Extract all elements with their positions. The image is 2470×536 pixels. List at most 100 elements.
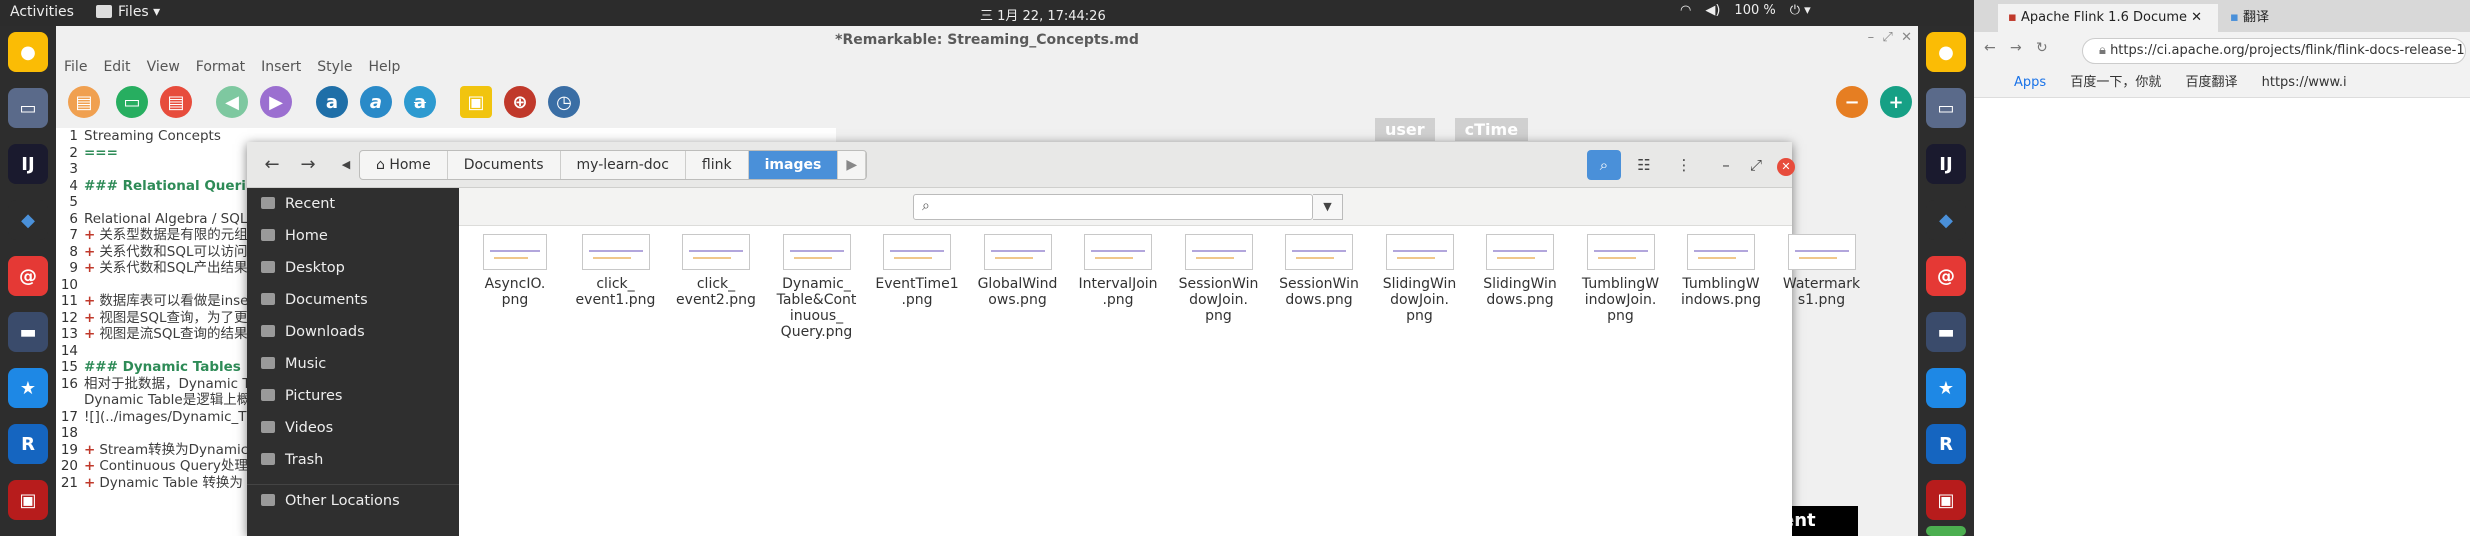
file-item[interactable]: Watermark s1.png [1776,234,1868,308]
italic-icon[interactable]: a [360,86,392,118]
redo-icon[interactable]: ▶ [260,86,292,118]
zoom-in-icon[interactable]: + [1880,86,1912,118]
crumb-documents[interactable]: Documents [448,151,561,179]
remote-desktop-icon[interactable]: ▬ [8,312,48,352]
tab-translate[interactable]: ▪ 翻译 [2220,4,2360,32]
star-app-icon[interactable]: ★ [8,368,48,408]
file-item[interactable]: EventTime1 .png [871,234,963,308]
address-bar[interactable]: 🔒︎ https://ci.apache.org/projects/flink/… [2082,38,2466,64]
menu-edit[interactable]: Edit [103,54,130,80]
netease-music-icon-2[interactable]: @ [1926,256,1966,296]
crumb-my-learn-doc[interactable]: my-learn-doc [561,151,686,179]
bold-icon[interactable]: a [316,86,348,118]
crumb-home[interactable]: ⌂ Home [360,151,448,179]
forward-icon[interactable]: → [293,150,323,180]
file-item[interactable]: TumblingW indowJoin. png [1575,234,1667,324]
files-dock-icon[interactable]: ▭ [8,88,48,128]
sidebar-item-home[interactable]: Home [247,220,459,252]
menu-icon[interactable]: ⋮ [1667,150,1701,180]
sidebar-item-documents[interactable]: Documents [247,284,459,316]
file-item[interactable]: SessionWin dowJoin. png [1173,234,1265,324]
bookmark-baidu-translate[interactable]: 百度翻译 [2185,75,2237,90]
netease-music-icon[interactable]: @ [8,256,48,296]
sidebar-item-trash[interactable]: Trash [247,444,459,476]
close-icon[interactable]: ✕ [1901,30,1912,45]
files-minimize-icon[interactable]: – [1709,150,1743,180]
sidebar-item-label: Music [285,356,327,372]
sidebar-item-recent[interactable]: Recent [247,188,459,220]
search-options-dropdown[interactable]: ▼ [1313,194,1343,220]
undo-icon[interactable]: ◀ [216,86,248,118]
file-item[interactable]: AsyncIO. png [469,234,561,308]
file-item[interactable]: click_ event2.png [670,234,762,308]
star-app-icon-2[interactable]: ★ [1926,368,1966,408]
bookmark-baidu[interactable]: 百度一下，你就 [2070,75,2161,90]
intellij-icon[interactable]: IJ [8,144,48,184]
open-file-icon[interactable]: ▭ [116,86,148,118]
r-app-icon[interactable]: R [8,424,48,464]
view-mode-icon[interactable]: ☷ [1627,150,1661,180]
activities-button[interactable]: Activities [10,4,74,20]
save-file-icon[interactable]: ▤ [160,86,192,118]
bookmark-url[interactable]: https://www.i [2262,75,2347,90]
file-item[interactable]: SlidingWin dows.png [1474,234,1566,308]
tab-flink-docs[interactable]: ▪ Apache Flink 1.6 Docume ✕ [1998,4,2218,32]
menu-format[interactable]: Format [196,54,245,80]
sidebar-item-desktop[interactable]: Desktop [247,252,459,284]
files-dock-icon-2[interactable]: ▭ [1926,88,1966,128]
bookmark-apps[interactable]: Apps [2014,75,2046,90]
file-item[interactable]: IntervalJoin .png [1072,234,1164,308]
menu-style[interactable]: Style [317,54,352,80]
back-icon[interactable]: ← [257,150,287,180]
intellij-icon-2[interactable]: IJ [1926,144,1966,184]
chrome-icon[interactable]: ● [8,32,48,72]
wechat-icon[interactable] [1926,526,1966,536]
remote-desktop-icon-2[interactable]: ▬ [1926,312,1966,352]
menu-view[interactable]: View [147,54,180,80]
sidebar-item-other-locations[interactable]: Other Locations [247,484,459,516]
chrome-reload-icon[interactable]: ↻ [2036,40,2048,56]
menu-insert[interactable]: Insert [261,54,301,80]
sidebar-item-videos[interactable]: Videos [247,412,459,444]
chrome-icon-2[interactable]: ● [1926,32,1966,72]
mysql-workbench-icon-2[interactable]: ◆ [1926,200,1966,240]
chrome-back-icon[interactable]: ← [1984,40,1996,56]
timestamp-icon[interactable]: ◷ [548,86,580,118]
file-item[interactable]: TumblingW indows.png [1675,234,1767,308]
menu-file[interactable]: File [64,54,87,80]
sidebar-item-pictures[interactable]: Pictures [247,380,459,412]
maximize-icon[interactable]: ⤢ [1882,30,1892,45]
new-file-icon[interactable]: ▤ [68,86,100,118]
crumb-right-arrow-icon[interactable]: ▶ [838,151,867,179]
file-item[interactable]: click_ event1.png [570,234,662,308]
sidebar-item-music[interactable]: Music [247,348,459,380]
menu-help[interactable]: Help [368,54,400,80]
crumb-flink[interactable]: flink [686,151,749,179]
file-item[interactable]: SlidingWin dowJoin. png [1374,234,1466,324]
system-tray[interactable]: ◠ ◀) 100 % ⏻ ▾ [1680,3,1825,18]
file-item[interactable]: SessionWin dows.png [1273,234,1365,308]
crumb-left-arrow-icon[interactable]: ◀ [331,150,361,180]
screenshot-app-icon[interactable]: ▣ [8,480,48,520]
sidebar-item-downloads[interactable]: Downloads [247,316,459,348]
search-input[interactable] [942,197,1302,217]
chrome-forward-icon[interactable]: → [2010,40,2022,56]
mysql-workbench-icon[interactable]: ◆ [8,200,48,240]
tab-close-icon[interactable]: ✕ [2191,10,2202,25]
files-close-icon[interactable]: ✕ [1777,158,1795,176]
screenshot-app-icon-2[interactable]: ▣ [1926,480,1966,520]
strikethrough-icon[interactable]: a [404,86,436,118]
zoom-out-icon[interactable]: − [1836,86,1868,118]
file-item[interactable]: GlobalWind ows.png [972,234,1064,308]
clock[interactable]: 三 1月 22, 17:44:26 [980,5,1106,24]
r-app-icon-2[interactable]: R [1926,424,1966,464]
search-field[interactable]: ⌕ [913,194,1313,220]
insert-link-icon[interactable]: ⊕ [504,86,536,118]
minimize-icon[interactable]: – [1868,30,1875,45]
search-toggle-icon[interactable]: ⌕ [1587,150,1621,180]
files-maximize-icon[interactable]: ⤢ [1739,150,1773,180]
crumb-images[interactable]: images [748,151,839,179]
app-menu[interactable]: Files ▾ [96,4,160,20]
file-item[interactable]: Dynamic_ Table&Cont inuous_ Query.png [771,234,863,340]
insert-image-icon[interactable]: ▣ [460,86,492,118]
